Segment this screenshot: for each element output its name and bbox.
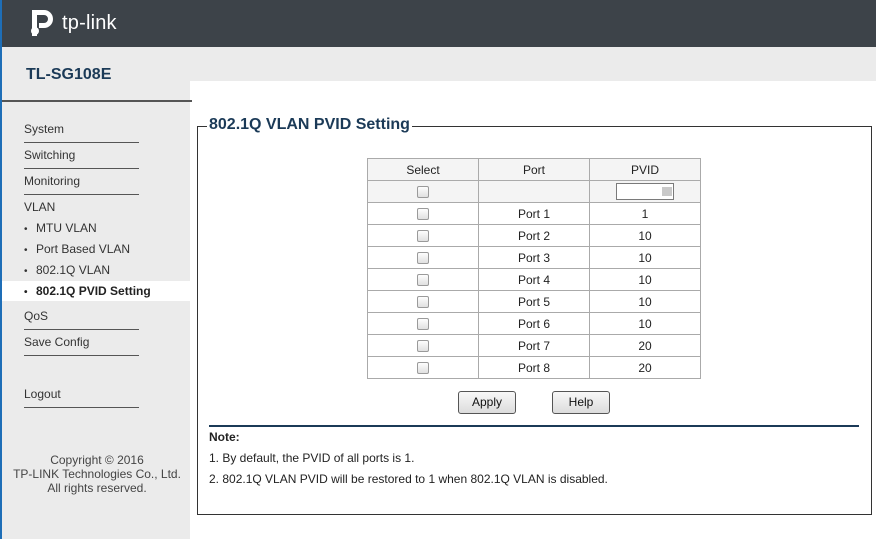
pvid-cell: 10	[589, 312, 701, 335]
table-edit-row	[367, 180, 701, 203]
copyright: Copyright © 2016 TP-LINK Technologies Co…	[2, 453, 192, 495]
port-select-checkbox[interactable]	[417, 274, 429, 287]
sidebar-item-logout[interactable]: Logout	[24, 385, 139, 408]
subitem-label: 802.1Q VLAN	[36, 263, 111, 277]
port-cell: Port 6	[478, 312, 590, 335]
bullet-icon: •	[24, 224, 28, 235]
sidebar-item-save-config[interactable]: Save Config	[24, 333, 139, 356]
pvid-cell: 10	[589, 290, 701, 313]
sidebar-item-switching[interactable]: Switching	[24, 146, 139, 169]
table-row: Port 2 10	[367, 224, 701, 247]
port-select-checkbox[interactable]	[417, 208, 429, 221]
port-cell: Port 1	[478, 202, 590, 225]
bullet-icon: •	[24, 266, 28, 277]
port-cell: Port 4	[478, 268, 590, 291]
tp-link-logo: tp-link	[24, 6, 117, 40]
brand-name: tp-link	[62, 11, 117, 34]
port-select-checkbox[interactable]	[417, 340, 429, 353]
sidebar: TL-SG108E System Switching Monitoring VL…	[0, 47, 192, 539]
note-title: Note:	[209, 430, 240, 444]
subitem-label: Port Based VLAN	[36, 242, 131, 256]
sidebar-subitem-8021q-pvid-setting[interactable]: • 802.1Q PVID Setting	[2, 281, 192, 301]
device-model: TL-SG108E	[26, 66, 112, 83]
port-select-checkbox[interactable]	[417, 252, 429, 265]
copyright-line: Copyright © 2016	[50, 453, 144, 467]
copyright-line: All rights reserved.	[47, 481, 147, 495]
table-row: Port 3 10	[367, 246, 701, 269]
sidebar-item-monitoring[interactable]: Monitoring	[24, 172, 139, 195]
column-header-port: Port	[478, 158, 590, 181]
table-row: Port 6 10	[367, 312, 701, 335]
table-header-row: Select Port PVID	[367, 158, 701, 181]
copyright-line: TP-LINK Technologies Co., Ltd.	[13, 467, 181, 481]
page-title: 802.1Q VLAN PVID Setting	[207, 116, 412, 134]
pvid-cell: 10	[589, 246, 701, 269]
subitem-label: 802.1Q PVID Setting	[36, 284, 151, 298]
table-row: Port 1 1	[367, 202, 701, 225]
bullet-icon: •	[24, 287, 28, 298]
sidebar-item-system[interactable]: System	[24, 120, 139, 143]
pvid-cell: 10	[589, 224, 701, 247]
pvid-cell: 10	[589, 268, 701, 291]
top-header: tp-link	[0, 0, 876, 47]
sidebar-subitem-mtu-vlan[interactable]: • MTU VLAN	[2, 218, 192, 238]
table-row: Port 4 10	[367, 268, 701, 291]
sidebar-subitem-8021q-vlan[interactable]: • 802.1Q VLAN	[2, 260, 192, 280]
select-all-cell	[367, 180, 479, 203]
pvid-input[interactable]	[616, 183, 674, 200]
note-line-2: 2. 802.1Q VLAN PVID will be restored to …	[209, 472, 608, 486]
sidebar-item-qos[interactable]: QoS	[24, 307, 139, 330]
subitem-label: MTU VLAN	[36, 221, 97, 235]
port-cell: Port 3	[478, 246, 590, 269]
spinner-icon[interactable]	[662, 187, 672, 196]
pvid-cell: 20	[589, 334, 701, 357]
port-cell: Port 5	[478, 290, 590, 313]
tp-link-logo-icon	[31, 10, 53, 36]
port-select-checkbox[interactable]	[417, 362, 429, 375]
port-cell: Port 7	[478, 334, 590, 357]
sidebar-subitem-port-based-vlan[interactable]: • Port Based VLAN	[2, 239, 192, 259]
note-line-1: 1. By default, the PVID of all ports is …	[209, 451, 415, 465]
table-row: Port 8 20	[367, 356, 701, 379]
model-box: TL-SG108E	[2, 47, 192, 102]
table-row: Port 7 20	[367, 334, 701, 357]
select-all-checkbox[interactable]	[417, 186, 429, 199]
port-select-checkbox[interactable]	[417, 318, 429, 331]
table-row: Port 5 10	[367, 290, 701, 313]
bullet-icon: •	[24, 245, 28, 256]
pvid-table: Select Port PVID Port 1 1 Port 2 10 Port…	[367, 158, 701, 379]
pvid-cell: 20	[589, 356, 701, 379]
column-header-pvid: PVID	[589, 158, 701, 181]
content-top-strip	[190, 47, 876, 81]
empty-cell	[478, 180, 590, 203]
port-cell: Port 2	[478, 224, 590, 247]
pvid-cell: 1	[589, 202, 701, 225]
apply-button[interactable]: Apply	[458, 391, 516, 414]
column-header-select: Select	[367, 158, 479, 181]
note-divider	[209, 425, 859, 427]
port-cell: Port 8	[478, 356, 590, 379]
help-button[interactable]: Help	[552, 391, 610, 414]
port-select-checkbox[interactable]	[417, 230, 429, 243]
pvid-input-cell	[589, 180, 701, 203]
port-select-checkbox[interactable]	[417, 296, 429, 309]
